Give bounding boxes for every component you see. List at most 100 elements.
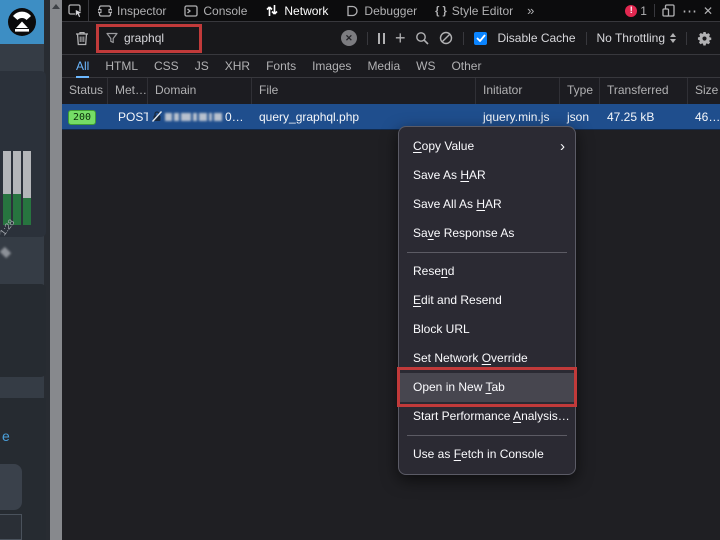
separator — [367, 32, 368, 45]
method-cell: POST — [108, 110, 148, 124]
column-header-met[interactable]: Met… — [108, 78, 148, 104]
pick-element-icon — [68, 4, 83, 18]
menu-item-edit-and-resend[interactable]: Edit and Resend — [399, 286, 575, 315]
domain-cell: 0… — [148, 110, 252, 124]
tab-label: Debugger — [364, 4, 417, 18]
inspector-icon — [98, 5, 112, 17]
error-count-badge[interactable]: ! 1 — [625, 4, 647, 18]
request-type-filterbar: AllHTMLCSSJSXHRFontsImagesMediaWSOther — [62, 55, 720, 78]
tab-network[interactable]: Network — [256, 0, 337, 21]
search-icon[interactable] — [415, 31, 429, 45]
background-page: '1:28 e — [0, 0, 50, 540]
page-card-chart: '1:28 — [0, 71, 46, 237]
filter-urls-input[interactable]: graphql — [106, 26, 198, 50]
responsive-design-mode-icon[interactable] — [662, 4, 675, 17]
transferred-cell: 47.25 kB — [600, 110, 688, 124]
error-count: 1 — [640, 4, 647, 18]
menu-item-save-all-as-har[interactable]: Save All As HAR — [399, 190, 575, 219]
column-header-file[interactable]: File — [252, 78, 476, 104]
page-button[interactable] — [0, 464, 22, 510]
chart-bar — [23, 151, 31, 225]
menu-item-save-as-har[interactable]: Save As HAR — [399, 161, 575, 190]
close-devtools-button[interactable]: ✕ — [703, 4, 713, 18]
style-editor-icon: { } — [435, 5, 447, 17]
filter-all[interactable]: All — [68, 55, 97, 77]
network-toolbar: graphql ✕ + — [62, 22, 720, 55]
column-header-size[interactable]: Size — [688, 78, 720, 104]
check-icon — [476, 34, 486, 42]
menu-item-resend[interactable]: Resend — [399, 257, 575, 286]
page-card — [0, 284, 46, 377]
page-link[interactable]: e — [2, 428, 10, 444]
menu-item-open-in-new-tab[interactable]: Open in New Tab — [399, 373, 575, 402]
chart-bar — [13, 151, 21, 225]
throttling-dropdown[interactable]: No Throttling — [597, 31, 676, 45]
filter-js[interactable]: JS — [187, 55, 217, 77]
pause-traffic-button[interactable] — [378, 33, 385, 44]
filter-fonts[interactable]: Fonts — [258, 55, 304, 77]
tab-console[interactable]: Console — [175, 0, 256, 21]
devtools-panel: Inspector Console Network — [62, 0, 720, 540]
filter-value: graphql — [124, 31, 164, 45]
toolbar-right-controls: ✕ + Disable Cache — [341, 29, 712, 47]
column-header-type[interactable]: Type — [560, 78, 600, 104]
column-header-domain[interactable]: Domain — [148, 78, 252, 104]
new-request-button[interactable]: + — [395, 29, 406, 47]
trash-icon — [75, 31, 89, 46]
tab-style-editor[interactable]: { } Style Editor — [426, 0, 522, 21]
menu-item-start-performance-analysis[interactable]: Start Performance Analysis… — [399, 402, 575, 431]
tab-label: Inspector — [117, 4, 166, 18]
filter-media[interactable]: Media — [359, 55, 408, 77]
filter-xhr[interactable]: XHR — [217, 55, 258, 77]
menu-item-save-response-as[interactable]: Save Response As — [399, 219, 575, 248]
pick-element-button[interactable] — [62, 0, 89, 21]
request-row-selected[interactable]: 200 POST 0… query_graphql.php jquery.min… — [62, 104, 720, 130]
status-badge: 200 — [68, 110, 96, 125]
tab-label: Style Editor — [452, 4, 513, 18]
menu-separator — [407, 252, 567, 253]
column-header-initiator[interactable]: Initiator — [476, 78, 560, 104]
filter-images[interactable]: Images — [304, 55, 359, 77]
separator — [654, 4, 655, 17]
gear-icon[interactable] — [697, 31, 712, 46]
hourglass-logo-icon — [7, 7, 37, 37]
size-cell: 46… — [688, 110, 720, 124]
devtools-tabbar: Inspector Console Network — [62, 0, 720, 22]
tab-overflow-button[interactable]: » — [522, 3, 537, 18]
menu-item-copy-value[interactable]: Copy Value› — [399, 132, 575, 161]
submenu-arrow-icon: › — [560, 132, 565, 161]
status-cell: 200 — [62, 109, 108, 125]
type-cell: json — [560, 110, 600, 124]
clear-filter-button[interactable]: ✕ — [341, 30, 357, 46]
separator — [586, 32, 587, 45]
domain-suffix: 0… — [225, 110, 244, 124]
file-cell: query_graphql.php — [252, 110, 476, 124]
console-icon — [184, 5, 198, 17]
tabbar-right-controls: ! 1 ⋯ ✕ — [625, 2, 720, 20]
filter-ws[interactable]: WS — [408, 55, 443, 77]
tab-inspector[interactable]: Inspector — [89, 0, 175, 21]
updown-arrows-icon — [670, 33, 676, 43]
page-card: e — [0, 398, 46, 540]
filter-html[interactable]: HTML — [97, 55, 146, 77]
scrollbar-up-arrow-icon[interactable] — [52, 4, 60, 9]
block-request-icon[interactable] — [439, 31, 453, 45]
filter-css[interactable]: CSS — [146, 55, 187, 77]
devtools-menu-button[interactable]: ⋯ — [682, 2, 696, 20]
filter-other[interactable]: Other — [443, 55, 489, 77]
separator — [686, 32, 687, 45]
disable-cache-checkbox[interactable] — [474, 32, 487, 45]
chart-label-fragment — [0, 247, 11, 258]
menu-item-block-url[interactable]: Block URL — [399, 315, 575, 344]
page-scrollbar[interactable] — [50, 0, 62, 540]
tab-debugger[interactable]: Debugger — [337, 0, 426, 21]
clear-requests-button[interactable] — [75, 31, 89, 46]
initiator-cell: jquery.min.js — [476, 110, 560, 124]
menu-item-use-as-fetch-in-console[interactable]: Use as Fetch in Console — [399, 440, 575, 469]
disable-cache-label[interactable]: Disable Cache — [497, 31, 575, 45]
menu-item-set-network-override[interactable]: Set Network Override — [399, 344, 575, 373]
column-header-status[interactable]: Status — [62, 78, 108, 104]
menu-separator — [407, 435, 567, 436]
column-header-transferred[interactable]: Transferred — [600, 78, 688, 104]
separator — [463, 32, 464, 45]
